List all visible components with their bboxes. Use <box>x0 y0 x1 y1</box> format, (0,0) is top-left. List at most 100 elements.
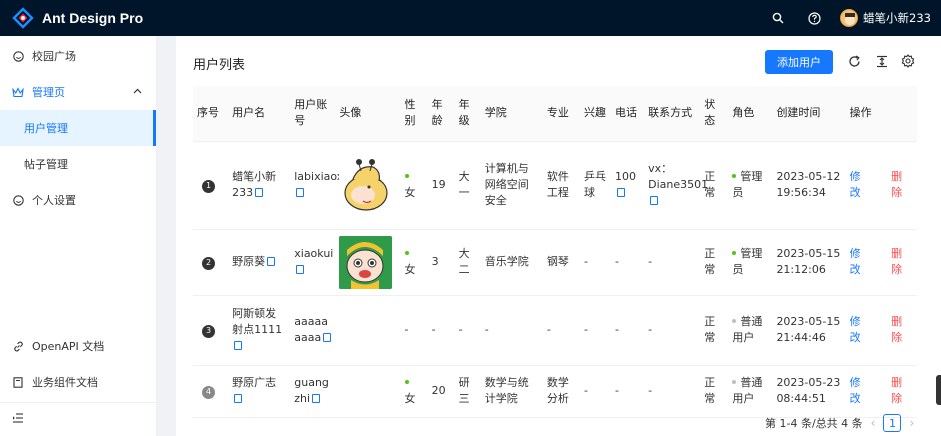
copy-icon[interactable] <box>296 188 305 197</box>
gender: 女 <box>404 392 416 405</box>
copy-icon[interactable] <box>234 341 243 350</box>
logo[interactable]: Ant Design Pro <box>12 7 143 29</box>
college: 音乐学院 <box>484 255 529 268</box>
sidebar-item-label: 管理页 <box>32 86 65 99</box>
phone: - <box>615 384 620 397</box>
sidebar-link-openapi[interactable]: OpenAPI 文档 <box>0 328 157 364</box>
link-icon <box>12 340 24 352</box>
delete-link[interactable]: 删除 <box>891 169 911 201</box>
column-header: 联系方式 <box>644 86 701 142</box>
search-icon[interactable] <box>770 10 786 26</box>
column-header: 年龄 <box>427 86 455 142</box>
major: 软件工程 <box>546 170 569 199</box>
sidebar-item-label: 帖子管理 <box>24 158 68 171</box>
copy-icon[interactable] <box>617 188 626 197</box>
sidebar-link-components-doc[interactable]: 业务组件文档 <box>0 364 157 400</box>
column-header: 序号 <box>193 86 229 142</box>
copy-icon[interactable] <box>234 394 243 403</box>
column-header: 学院 <box>480 86 543 142</box>
chevron-left-icon[interactable]: ‹ <box>871 416 876 430</box>
user-name[interactable]: 蜡笔小新233 <box>863 10 931 26</box>
reload-icon[interactable] <box>846 53 862 69</box>
grade: 大一 <box>458 170 470 199</box>
file-icon <box>12 376 24 388</box>
sidebar-item-label: 业务组件文档 <box>32 376 98 389</box>
account: xiaokui <box>294 247 334 260</box>
column-header: 操作 <box>845 86 917 142</box>
created-time: 2023-05-12 19:56:34 <box>776 170 841 199</box>
phone: 100 <box>615 170 637 183</box>
major: 钢琴 <box>546 255 569 268</box>
chevron-right-icon[interactable]: › <box>909 416 914 430</box>
add-user-button[interactable]: 添加用户 <box>765 50 833 74</box>
column-header: 性别 <box>400 86 428 142</box>
gender: 女 <box>404 263 416 276</box>
status-dot <box>404 174 409 178</box>
contact: vx：Diane3501 <box>648 162 709 191</box>
interest: - <box>583 255 588 268</box>
status: 正常 <box>704 376 716 405</box>
interest: 乒乓球 <box>583 170 606 199</box>
column-header: 用户账号 <box>290 86 336 142</box>
copy-icon[interactable] <box>255 188 264 197</box>
contact: - <box>648 255 653 268</box>
age: - <box>431 323 436 336</box>
edit-link[interactable]: 修改 <box>850 169 870 201</box>
phone: - <box>615 255 620 268</box>
table-row: 1 蜡笔小新233 labixiaoxin 女 19 大一 计算机与网络空间安全… <box>193 141 917 230</box>
sidebar-item-label: 用户管理 <box>24 122 68 135</box>
chevron-up-icon <box>133 87 142 97</box>
role-dot <box>732 174 737 178</box>
edit-link[interactable]: 修改 <box>850 375 870 407</box>
sidebar-item-user-management[interactable]: 用户管理 <box>0 110 156 146</box>
avatar[interactable] <box>840 9 859 27</box>
username: 阿斯顿发射点1111 <box>232 307 283 336</box>
question-icon[interactable] <box>806 10 822 26</box>
edit-link[interactable]: 修改 <box>850 314 870 346</box>
edit-link[interactable]: 修改 <box>850 246 870 278</box>
sidebar-item-campus[interactable]: 校园广场 <box>0 38 156 74</box>
sidebar-item-label: 校园广场 <box>32 50 76 63</box>
column-header: 创建时间 <box>772 86 846 142</box>
age: 3 <box>431 255 439 268</box>
sidebar-item-admin[interactable]: 管理页 <box>0 74 156 110</box>
scrollbar[interactable] <box>936 375 941 405</box>
status: 正常 <box>704 315 716 344</box>
user-list-card: 用户列表 添加用户 序号 用户名 用户账号 头像 性别 年龄 年级 学院 专业 <box>176 36 941 436</box>
role-dot <box>732 319 737 323</box>
pagination: 第 1-4 条/总共 4 条 ‹ 1 › <box>765 414 922 432</box>
copy-icon[interactable] <box>323 333 332 342</box>
column-height-icon[interactable] <box>874 53 890 69</box>
role: 管理员 <box>732 170 763 199</box>
copy-icon[interactable] <box>312 394 321 403</box>
copy-icon[interactable] <box>650 196 659 205</box>
status: 正常 <box>704 170 716 199</box>
delete-link[interactable]: 删除 <box>891 314 911 346</box>
created-time: 2023-05-15 21:44:46 <box>776 315 841 344</box>
table-row: 3 阿斯顿发射点1111 aaaaaaaaa - - - - - - - - 正… <box>193 295 917 366</box>
role-dot <box>732 380 737 384</box>
gender: - <box>404 323 409 336</box>
username: 野原葵 <box>232 255 266 268</box>
page-title: 用户列表 <box>193 58 246 73</box>
delete-link[interactable]: 删除 <box>891 246 911 278</box>
sidebar-item-post-management[interactable]: 帖子管理 <box>0 146 156 182</box>
phone: - <box>615 323 620 336</box>
copy-icon[interactable] <box>296 265 305 274</box>
created-time: 2023-05-15 21:12:06 <box>776 247 841 276</box>
copy-icon[interactable] <box>267 257 276 266</box>
delete-link[interactable]: 删除 <box>891 375 911 407</box>
status-dot <box>404 251 409 255</box>
username: 蜡笔小新233 <box>232 170 277 199</box>
role-dot <box>732 251 737 255</box>
user-avatar-image <box>339 235 393 289</box>
setting-icon[interactable] <box>900 53 916 69</box>
sidebar-collapse-toggle[interactable] <box>0 402 157 436</box>
sidebar-item-personal-settings[interactable]: 个人设置 <box>0 182 156 218</box>
college: 计算机与网络空间安全 <box>484 162 529 207</box>
column-header: 角色 <box>728 86 773 142</box>
row-index: 3 <box>202 324 215 338</box>
page-number[interactable]: 1 <box>883 414 902 432</box>
column-header: 年级 <box>454 86 481 142</box>
top-header: Ant Design Pro 蜡笔小新233 <box>0 0 941 36</box>
